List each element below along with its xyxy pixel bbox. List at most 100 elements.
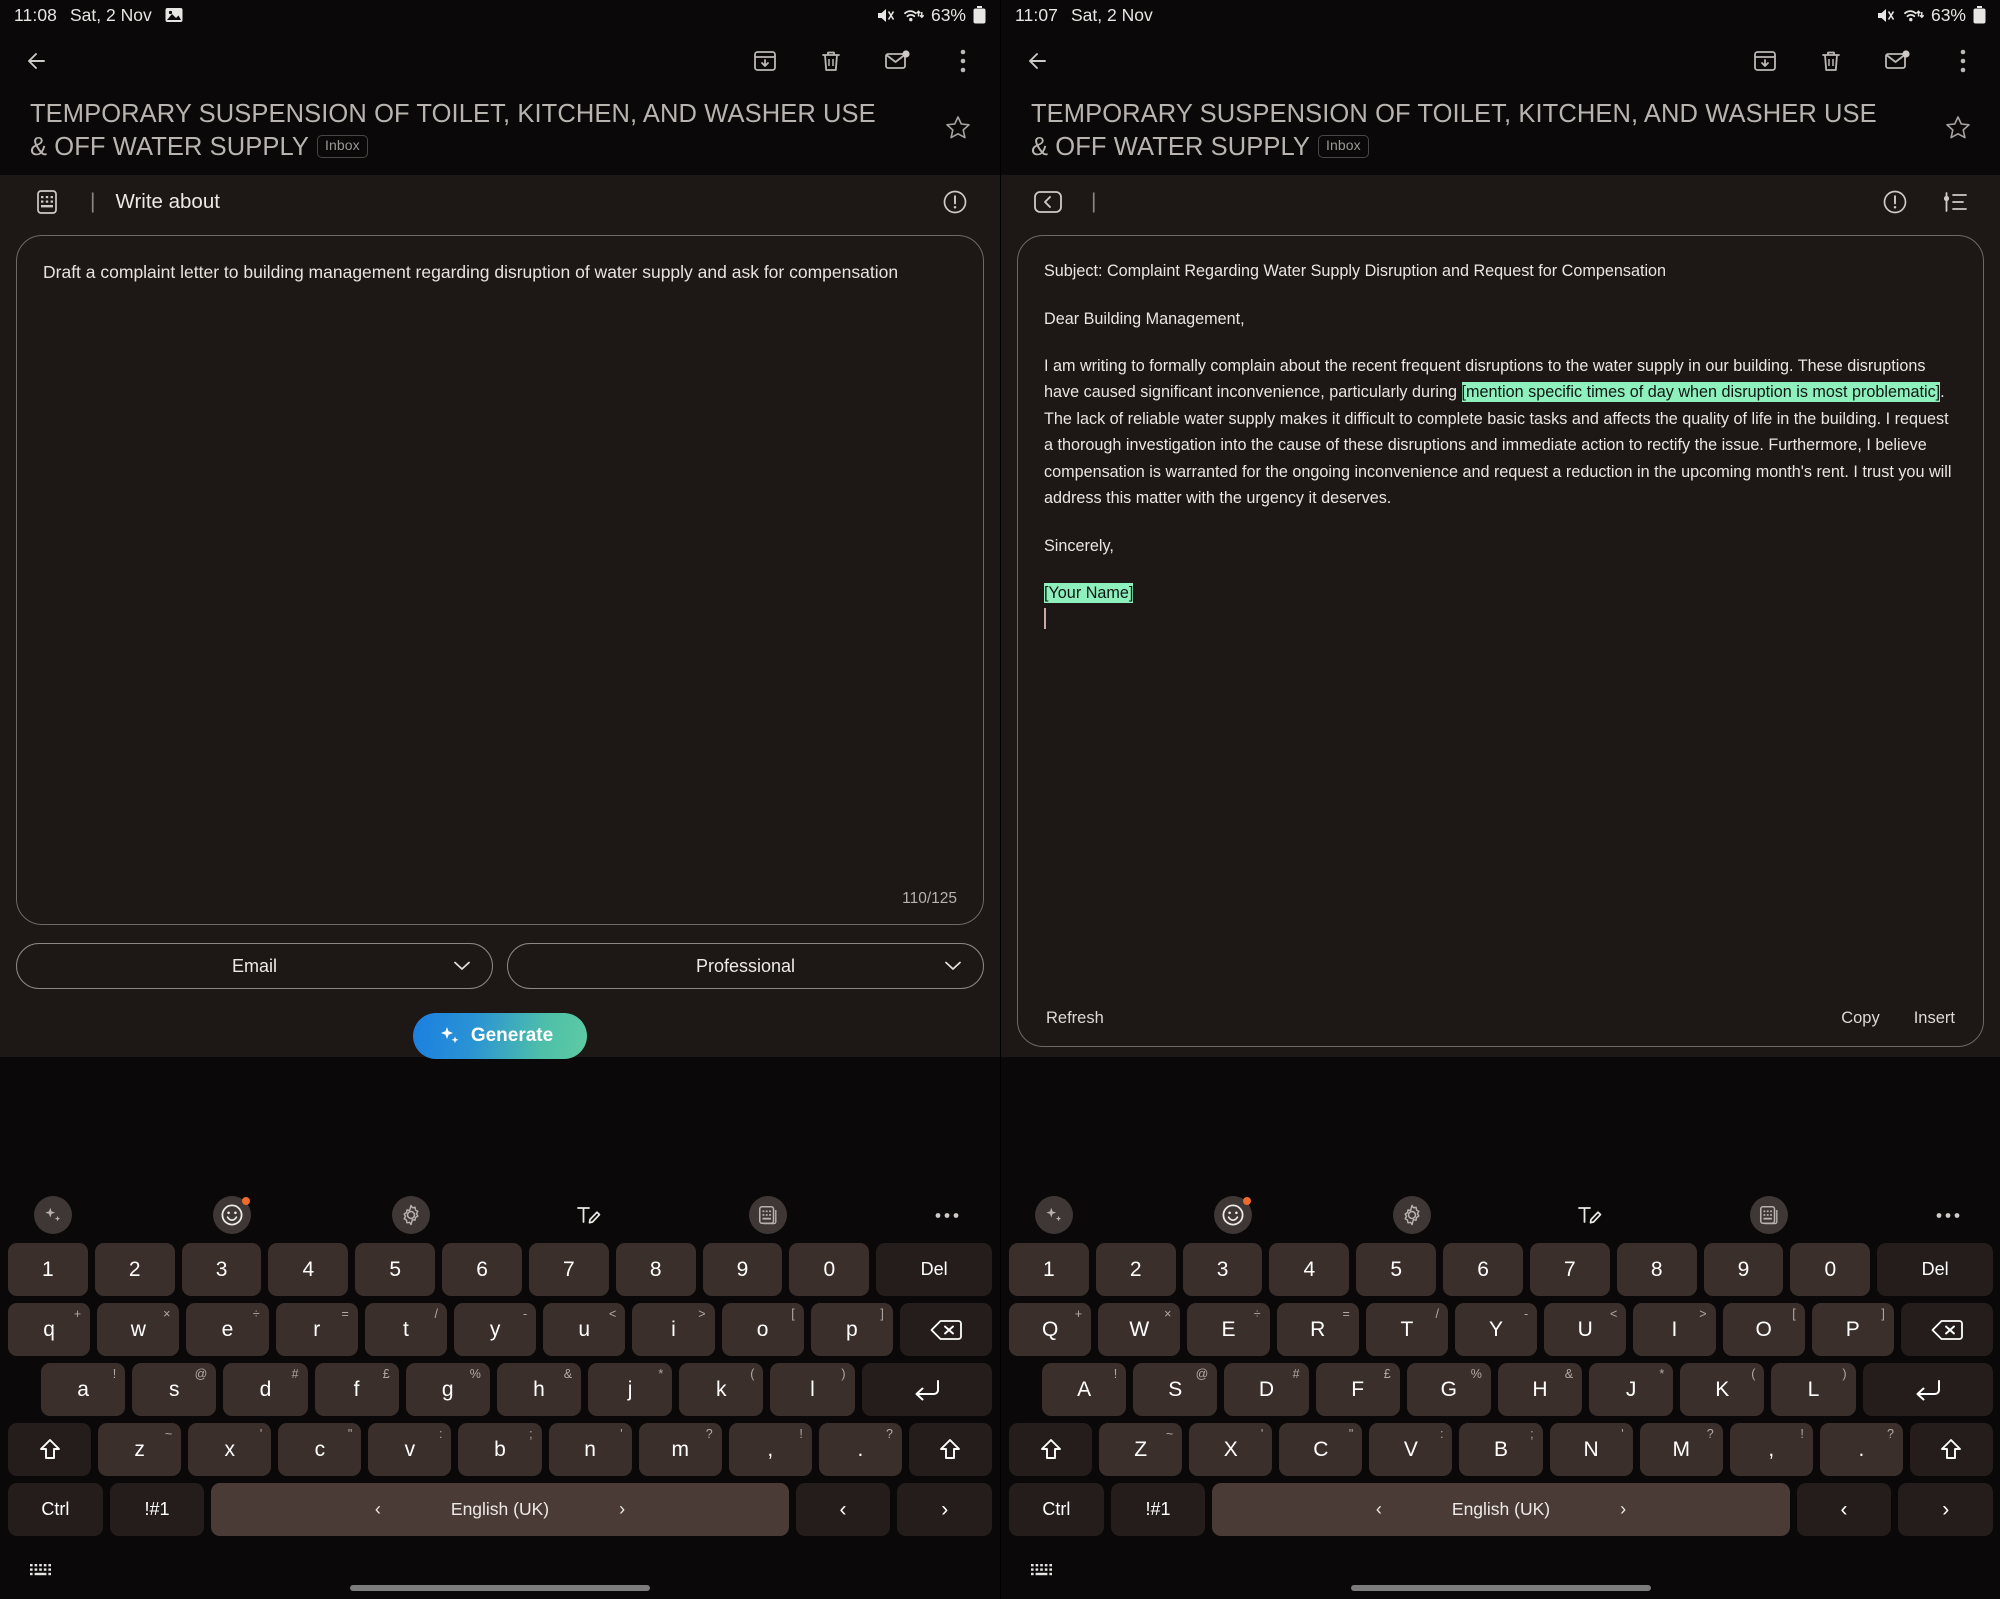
- delete-icon[interactable]: [816, 46, 846, 76]
- archive-icon[interactable]: [750, 46, 780, 76]
- gear-icon[interactable]: [391, 1196, 430, 1234]
- prev-language-arrow[interactable]: ‹: [1376, 1499, 1382, 1520]
- generated-text[interactable]: Subject: Complaint Regarding Water Suppl…: [1018, 236, 1983, 632]
- key-j[interactable]: * j: [588, 1363, 673, 1416]
- key-K[interactable]: (K: [1680, 1363, 1765, 1416]
- key-5[interactable]: 5: [1356, 1243, 1437, 1296]
- more-options-icon[interactable]: [948, 46, 978, 76]
- key-c[interactable]: " c: [278, 1423, 362, 1476]
- archive-icon[interactable]: [1750, 46, 1780, 76]
- key-w[interactable]: × w: [97, 1303, 180, 1356]
- emoji-icon[interactable]: [1213, 1196, 1252, 1234]
- key-u[interactable]: < u: [543, 1303, 626, 1356]
- key-e[interactable]: ÷ e: [186, 1303, 269, 1356]
- more-options-icon[interactable]: [1948, 46, 1978, 76]
- key-h[interactable]: & h: [496, 1363, 582, 1416]
- star-icon[interactable]: [1944, 92, 1972, 142]
- key-T[interactable]: / T: [1365, 1303, 1448, 1356]
- key-A[interactable]: ! A: [1042, 1363, 1127, 1416]
- key-q[interactable]: + q: [8, 1303, 91, 1356]
- prompt-input-box[interactable]: Draft a complaint letter to building man…: [16, 235, 984, 926]
- generate-button[interactable]: Generate: [412, 1013, 588, 1060]
- key-l[interactable]: ) l: [770, 1363, 855, 1416]
- key-shift[interactable]: [1008, 1423, 1093, 1476]
- key-8[interactable]: 8: [1616, 1243, 1697, 1296]
- key-backspace[interactable]: [899, 1303, 992, 1356]
- tone-select[interactable]: Professional: [507, 943, 984, 990]
- keyboard-more-icon[interactable]: [1929, 1196, 1967, 1234]
- handwriting-icon[interactable]: [570, 1196, 608, 1234]
- keyboard-layout-icon[interactable]: [749, 1196, 788, 1234]
- info-icon[interactable]: [1880, 187, 1910, 217]
- key-cursor-left[interactable]: ‹: [1796, 1483, 1892, 1536]
- key-1[interactable]: 1: [7, 1243, 88, 1296]
- key-L[interactable]: ) L: [1771, 1363, 1856, 1416]
- back-button[interactable]: [22, 46, 52, 76]
- key-x[interactable]: ' x: [188, 1423, 272, 1476]
- key-N[interactable]: ' N: [1549, 1423, 1633, 1476]
- key-symbols[interactable]: !#1: [109, 1483, 205, 1536]
- mark-unread-icon[interactable]: [882, 46, 912, 76]
- handwriting-icon[interactable]: [1571, 1196, 1609, 1234]
- keyboard-layout-icon[interactable]: [1750, 1196, 1789, 1234]
- key-B[interactable]: ; B: [1459, 1423, 1543, 1476]
- key-9[interactable]: 9: [702, 1243, 783, 1296]
- key-9[interactable]: 9: [1703, 1243, 1784, 1296]
- key-F[interactable]: £ F: [1315, 1363, 1400, 1416]
- key-7[interactable]: 7: [1529, 1243, 1610, 1296]
- mark-unread-icon[interactable]: [1882, 46, 1912, 76]
- key-U[interactable]: < U: [1544, 1303, 1627, 1356]
- key-cursor-right[interactable]: ›: [1898, 1483, 1994, 1536]
- key-cursor-left[interactable]: ‹: [795, 1483, 891, 1536]
- key-ctrl[interactable]: Ctrl: [1009, 1483, 1104, 1536]
- key-J[interactable]: * J: [1589, 1363, 1674, 1416]
- ai-assist-icon[interactable]: [1035, 1196, 1073, 1234]
- key-period[interactable]: ?.: [1819, 1423, 1903, 1476]
- tune-options-icon[interactable]: [1940, 187, 1970, 217]
- keyboard-toggle-icon[interactable]: [30, 185, 64, 219]
- key-5[interactable]: 5: [355, 1243, 436, 1296]
- key-i[interactable]: > i: [632, 1303, 715, 1356]
- key-W[interactable]: × W: [1098, 1303, 1181, 1356]
- key-f[interactable]: £ f: [314, 1363, 399, 1416]
- key-2[interactable]: 2: [1095, 1243, 1176, 1296]
- key-z[interactable]: ~ z: [98, 1423, 182, 1476]
- key-Y[interactable]: -Y: [1454, 1303, 1538, 1356]
- key-C[interactable]: " C: [1279, 1423, 1363, 1476]
- key-n[interactable]: ' n: [548, 1423, 632, 1476]
- key-ctrl[interactable]: Ctrl: [8, 1483, 103, 1536]
- key-enter[interactable]: [861, 1363, 993, 1416]
- key-r[interactable]: = r: [275, 1303, 358, 1356]
- key-X[interactable]: ' X: [1189, 1423, 1273, 1476]
- key-R[interactable]: = R: [1276, 1303, 1359, 1356]
- collapse-back-icon[interactable]: [1031, 185, 1065, 219]
- key-V[interactable]: :V: [1369, 1423, 1453, 1476]
- star-icon[interactable]: [944, 92, 972, 142]
- info-icon[interactable]: [940, 187, 970, 217]
- copy-button[interactable]: Copy: [1841, 1009, 1880, 1028]
- key-S[interactable]: @ S: [1133, 1363, 1218, 1416]
- key-k[interactable]: (k: [679, 1363, 764, 1416]
- key-cursor-right[interactable]: ›: [897, 1483, 993, 1536]
- key-Q[interactable]: + Q: [1009, 1303, 1092, 1356]
- key-E[interactable]: ÷ E: [1187, 1303, 1270, 1356]
- ai-assist-icon[interactable]: [34, 1196, 72, 1234]
- key-m[interactable]: ? m: [638, 1423, 722, 1476]
- key-o[interactable]: [o: [721, 1303, 804, 1356]
- key-v[interactable]: :v: [368, 1423, 452, 1476]
- key-D[interactable]: # D: [1224, 1363, 1309, 1416]
- key-3[interactable]: 3: [181, 1243, 262, 1296]
- key-G[interactable]: % G: [1406, 1363, 1491, 1416]
- back-button[interactable]: [1023, 46, 1053, 76]
- key-shift-right[interactable]: [1909, 1423, 1994, 1476]
- key-1[interactable]: 1: [1008, 1243, 1089, 1296]
- key-space[interactable]: ‹ English (UK) ›: [1212, 1483, 1790, 1536]
- key-comma[interactable]: !,: [1729, 1423, 1813, 1476]
- placeholder-highlight[interactable]: [mention specific times of day when disr…: [1461, 382, 1941, 403]
- key-M[interactable]: ? M: [1639, 1423, 1723, 1476]
- key-0[interactable]: 0: [1790, 1243, 1871, 1296]
- next-language-arrow[interactable]: ›: [1620, 1499, 1626, 1520]
- key-4[interactable]: 4: [268, 1243, 349, 1296]
- key-4[interactable]: 4: [1269, 1243, 1350, 1296]
- key-period[interactable]: ?.: [818, 1423, 902, 1476]
